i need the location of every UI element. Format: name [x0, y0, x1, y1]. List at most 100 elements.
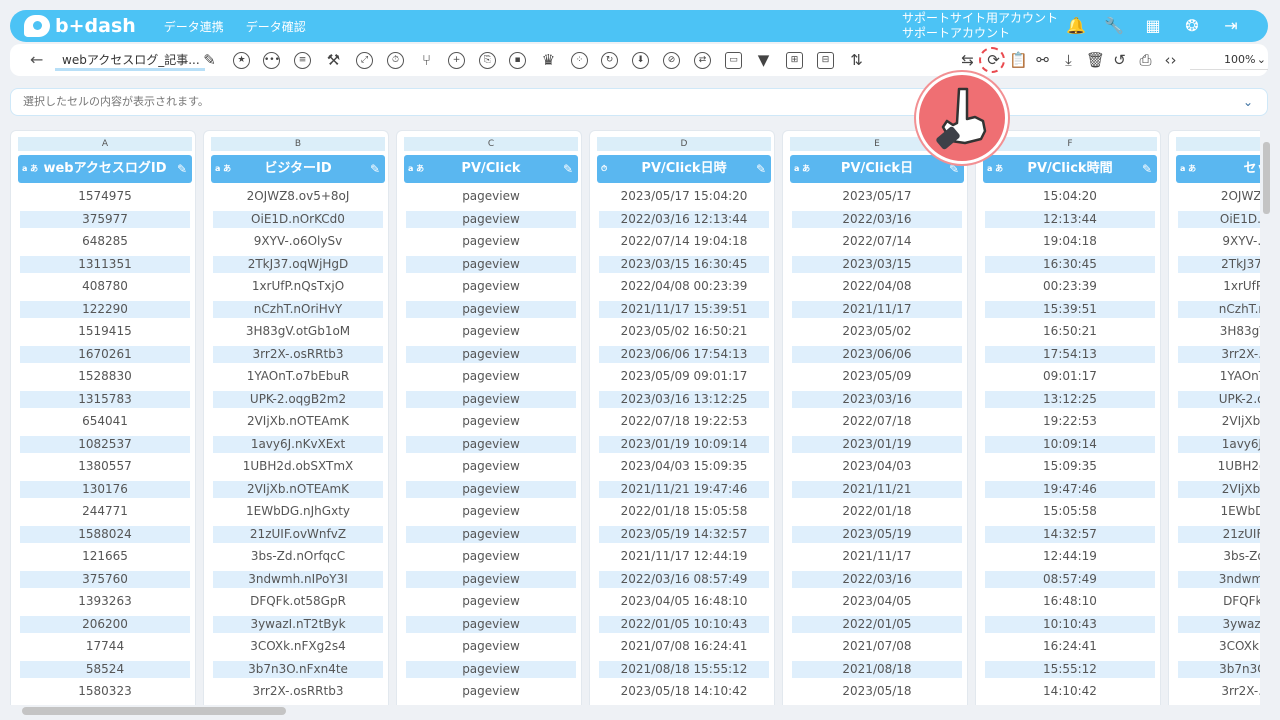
swap-icon[interactable]: ⇆	[959, 52, 976, 69]
edit-pencil-icon[interactable]: ✎	[1142, 155, 1152, 183]
table-cell[interactable]: pageview	[406, 435, 576, 453]
table-cell[interactable]: 2022/03/16 12:13:44	[599, 210, 769, 228]
table-cell[interactable]: pageview	[406, 278, 576, 295]
table-cell[interactable]: 09:01:17	[985, 368, 1155, 385]
table-cell[interactable]: 2023/04/03 15:09:35	[599, 458, 769, 475]
table-cell[interactable]: pageview	[406, 660, 576, 678]
merge-icon[interactable]: ⇅	[848, 52, 865, 69]
column-header[interactable]: ⏱ PV/Click日時 ✎	[597, 155, 771, 183]
column-letter[interactable]: D	[597, 137, 771, 151]
star-icon[interactable]: ★	[233, 52, 250, 69]
table-cell[interactable]: 3rr2X-.osRRtb	[1178, 683, 1260, 700]
table-cell[interactable]: 375760	[20, 570, 190, 588]
brand-logo[interactable]: b+dash	[24, 15, 136, 37]
trash-icon[interactable]: 🗑	[1086, 52, 1105, 69]
table-cell[interactable]: 9XYV-.o6OlySv	[213, 233, 383, 250]
table-cell[interactable]: pageview	[406, 368, 576, 385]
vertical-scroll-thumb[interactable]	[1263, 142, 1270, 214]
apps-grid-icon[interactable]: ▦	[1143, 17, 1163, 35]
table-cell[interactable]: 2021/07/08 16:24:41	[599, 638, 769, 655]
table-cell[interactable]: pageview	[406, 390, 576, 408]
chat-help-icon[interactable]: ❂	[1182, 17, 1202, 35]
table-cell[interactable]: 648285	[20, 233, 190, 250]
table-cell[interactable]: 2022/07/14 19:04:18	[599, 233, 769, 250]
table-cell[interactable]: 2VIjXb.nOTEA	[1178, 480, 1260, 498]
table-cell[interactable]: 122290	[20, 300, 190, 318]
table-cell[interactable]: pageview	[406, 345, 576, 363]
table-cell[interactable]: 2TkJ37.oqWjHgD	[213, 255, 383, 273]
filter-icon[interactable]: ▼	[755, 52, 772, 69]
table-cell[interactable]: 16:48:10	[985, 593, 1155, 610]
table-cell[interactable]: 1393263	[20, 593, 190, 610]
table-cell[interactable]: 2023/03/16	[792, 390, 962, 408]
table-cell[interactable]: 16:50:21	[985, 323, 1155, 340]
table-icon[interactable]: ⊟	[817, 52, 834, 69]
column-header[interactable]: a あ PV/Click ✎	[404, 155, 578, 183]
table-cell[interactable]: pageview	[406, 548, 576, 565]
table-cell[interactable]: 2023/05/19 14:32:57	[599, 525, 769, 543]
table-cell[interactable]: 15:55:12	[985, 660, 1155, 678]
edit-pencil-icon[interactable]: ✎	[177, 155, 187, 183]
table-cell[interactable]: 2023/04/05 16:48:10	[599, 593, 769, 610]
table-cell[interactable]: 12:13:44	[985, 210, 1155, 228]
table-cell[interactable]: 1670261	[20, 345, 190, 363]
nav-data-link[interactable]: データ連携	[164, 18, 224, 35]
table-cell[interactable]: pageview	[406, 255, 576, 273]
column-letter[interactable]: B	[211, 137, 385, 151]
table-cell[interactable]: 2021/11/21	[792, 480, 962, 498]
table-cell[interactable]: 15:39:51	[985, 300, 1155, 318]
table-cell[interactable]: 1380557	[20, 458, 190, 475]
scatter-icon[interactable]: ⁘	[571, 52, 588, 69]
table-cell[interactable]: 13:12:25	[985, 390, 1155, 408]
table-cell[interactable]: 1UBH2d.obSXT	[1178, 458, 1260, 475]
table-cell[interactable]: 3ywazI.nT2tB	[1178, 615, 1260, 633]
add-icon[interactable]: +	[448, 52, 465, 69]
nav-data-check[interactable]: データ確認	[246, 18, 306, 35]
table-cell[interactable]: 08:57:49	[985, 570, 1155, 588]
shuffle-icon[interactable]: ⇄	[694, 52, 711, 69]
table-cell[interactable]: 12:44:19	[985, 548, 1155, 565]
table-cell[interactable]: 2022/03/16	[792, 570, 962, 588]
table-cell[interactable]: 9XYV-.o6OlyS	[1178, 233, 1260, 250]
table-cell[interactable]: 2023/01/19 10:09:14	[599, 435, 769, 453]
table-cell[interactable]: 244771	[20, 503, 190, 520]
logout-icon[interactable]: ⇥	[1221, 17, 1241, 35]
table-cell[interactable]: 19:04:18	[985, 233, 1155, 250]
edit-pencil-icon[interactable]: ✎	[370, 155, 380, 183]
crown-icon[interactable]: ♛	[540, 52, 557, 69]
table-cell[interactable]: 2023/06/06 17:54:13	[599, 345, 769, 363]
table-cell[interactable]: 2023/05/18 14:10:42	[599, 683, 769, 700]
table-cell[interactable]: 15:09:35	[985, 458, 1155, 475]
table-cell[interactable]: 3b7n3O.nFxn4	[1178, 660, 1260, 678]
table-cell[interactable]: 2023/05/02 16:50:21	[599, 323, 769, 340]
table-cell[interactable]: 2023/01/19	[792, 435, 962, 453]
table-cell[interactable]: pageview	[406, 413, 576, 430]
column-letter[interactable]: A	[18, 137, 192, 151]
column-header[interactable]: a あ PV/Click時間 ✎	[983, 155, 1157, 183]
table-cell[interactable]: 2023/05/02	[792, 323, 962, 340]
edit-pencil-icon[interactable]: ✎	[756, 155, 766, 183]
table-cell[interactable]: 2022/04/08	[792, 278, 962, 295]
table-cell[interactable]: 2023/05/09	[792, 368, 962, 385]
column-header[interactable]: a あ ビジターID ✎	[211, 155, 385, 183]
table-cell[interactable]: 2OJWZ8.ov5+	[1178, 188, 1260, 205]
table-cell[interactable]: 3H83gV.otGb1oM	[213, 323, 383, 340]
table-cell[interactable]: 3H83gV.otGb1	[1178, 323, 1260, 340]
table-cell[interactable]: pageview	[406, 638, 576, 655]
table-cell[interactable]: 3b7n3O.nFxn4te	[213, 660, 383, 678]
table-cell[interactable]: pageview	[406, 570, 576, 588]
table-cell[interactable]: 2023/03/15	[792, 255, 962, 273]
back-arrow-icon[interactable]: ←	[30, 50, 43, 69]
download-circle-icon[interactable]: ⬇	[632, 52, 649, 69]
table-cell[interactable]: 10:10:43	[985, 615, 1155, 633]
table-cell[interactable]: 19:22:53	[985, 413, 1155, 430]
table-cell[interactable]: 3ywazI.nT2tByk	[213, 615, 383, 633]
table-cell[interactable]: UPK-2.oqgB2m	[1178, 390, 1260, 408]
table-cell[interactable]: 2023/03/16 13:12:25	[599, 390, 769, 408]
table-cell[interactable]: nCzhT.nOriHvY	[1178, 300, 1260, 318]
table-cell[interactable]: 2VIjXb.nOTEA	[1178, 413, 1260, 430]
table-cell[interactable]: pageview	[406, 525, 576, 543]
table-cell[interactable]: 2TkJ37.oqWjH	[1178, 255, 1260, 273]
table-cell[interactable]: pageview	[406, 503, 576, 520]
import-icon[interactable]: ⎙	[1137, 52, 1154, 69]
